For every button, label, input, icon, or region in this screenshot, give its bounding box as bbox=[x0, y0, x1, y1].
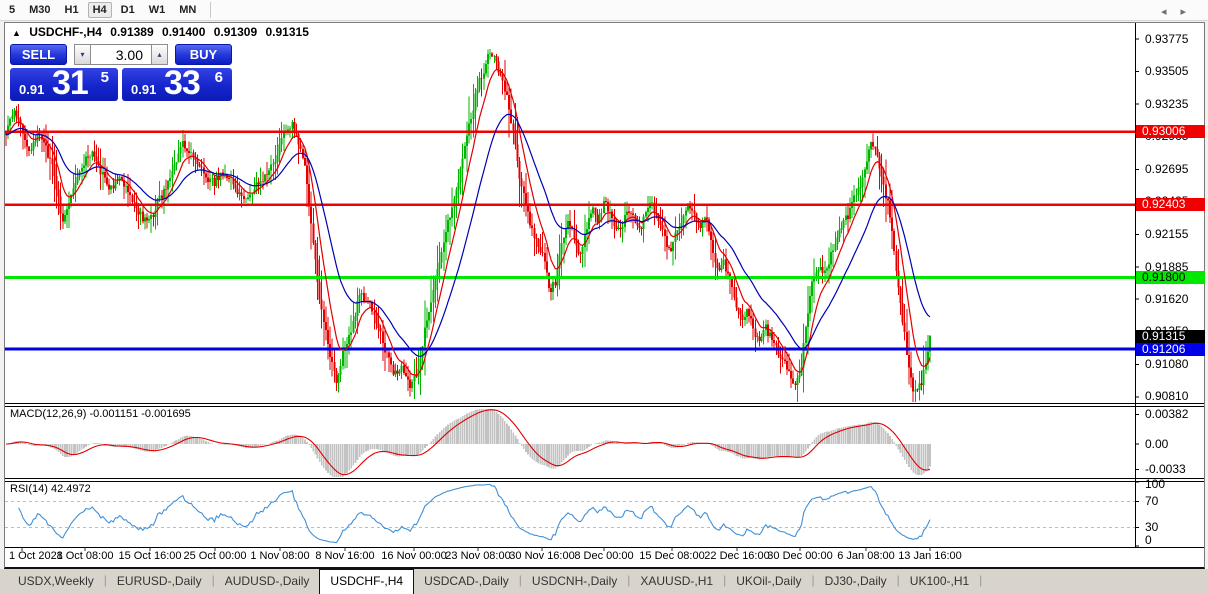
collapse-panel-icon[interactable]: ▲ bbox=[12, 28, 21, 38]
chart-symbol-header: ▲ USDCHF-,H4 0.91389 0.91400 0.91309 0.9… bbox=[12, 25, 314, 39]
chart-tab-ukoil-daily[interactable]: UKOil-,Daily bbox=[726, 569, 811, 594]
buy-price-prefix: 0.91 bbox=[131, 82, 157, 97]
time-axis-label: 15 Oct 16:00 bbox=[118, 550, 182, 562]
timeframe-button-h4[interactable]: H4 bbox=[87, 2, 112, 18]
timeframe-toolbar: 5 M30 H1 H4 D1 W1 MN bbox=[0, 0, 1208, 21]
mt4-application: 5 M30 H1 H4 D1 W1 MN ▲ USDCHF-,H4 0.91389 0.91… bbox=[0, 0, 1208, 594]
price-tick-label: 0.93235 bbox=[1145, 96, 1189, 111]
price-line-label: 0.92403 bbox=[1136, 198, 1205, 212]
rsi-tick-label: 100 bbox=[1145, 476, 1166, 491]
toolbar-separator bbox=[210, 2, 212, 18]
volume-input[interactable] bbox=[91, 44, 151, 65]
chart-tab-usdx-weekly[interactable]: USDX,Weekly bbox=[8, 569, 104, 594]
buy-button[interactable]: BUY bbox=[175, 44, 232, 65]
tab-scroll-right-icon[interactable]: ▸ bbox=[1180, 6, 1200, 18]
price-tick-label: 0.92155 bbox=[1145, 227, 1189, 242]
time-axis-label: 1 Nov 08:00 bbox=[250, 550, 310, 562]
macd-indicator-label: MACD(12,26,9) -0.001151 -0.001695 bbox=[10, 408, 191, 420]
macd-tick-label: -0.0033 bbox=[1145, 462, 1186, 477]
time-axis-label: 1 Oct 2021 bbox=[9, 550, 63, 562]
timeframe-button-d1[interactable]: D1 bbox=[116, 2, 140, 18]
sell-price-sup: 5 bbox=[100, 69, 109, 86]
timeframe-button-5[interactable]: 5 bbox=[4, 2, 20, 18]
rsi-tick-label: 70 bbox=[1145, 494, 1159, 508]
rsi-indicator-label: RSI(14) 42.4972 bbox=[10, 483, 91, 495]
timeframe-button-h1[interactable]: H1 bbox=[60, 2, 84, 18]
price-tick-label: 0.93505 bbox=[1145, 64, 1189, 79]
time-axis-label: 23 Nov 08:00 bbox=[445, 550, 511, 562]
buy-price-quote[interactable]: 0.91 33 6 bbox=[122, 64, 232, 102]
chart-symbol: USDCHF-,H4 bbox=[29, 25, 102, 39]
price-line-label: 0.93006 bbox=[1136, 125, 1205, 139]
time-axis-label: 13 Jan 16:00 bbox=[898, 550, 962, 562]
price-tick-label: 0.91620 bbox=[1145, 291, 1189, 306]
buy-price-sup: 6 bbox=[214, 69, 223, 86]
price-line-label: 0.91206 bbox=[1136, 342, 1205, 356]
time-axis-label: 30 Dec 00:00 bbox=[767, 550, 833, 562]
rsi-pane bbox=[5, 483, 1135, 544]
ohlc-low: 0.91309 bbox=[213, 25, 258, 39]
rsi-line bbox=[18, 483, 931, 544]
price-line-label: 0.91800 bbox=[1136, 270, 1205, 284]
tab-scroll-arrows[interactable]: ◂▸ bbox=[1161, 5, 1200, 18]
price-tick-label: 0.92695 bbox=[1145, 161, 1189, 176]
chart-tab-eurusd-daily[interactable]: EURUSD-,Daily bbox=[107, 569, 212, 594]
price-tick-label: 0.93775 bbox=[1145, 31, 1189, 46]
macd-tick-label: 0.00 bbox=[1145, 436, 1169, 451]
ohlc-close: 0.91315 bbox=[265, 25, 309, 39]
sell-price-quote[interactable]: 0.91 31 5 bbox=[10, 64, 118, 102]
chart-tab-usdchf-h4[interactable]: USDCHF-,H4 bbox=[319, 569, 415, 594]
sell-price-prefix: 0.91 bbox=[19, 82, 45, 97]
chart-tab-usdcad-daily[interactable]: USDCAD-,Daily bbox=[414, 569, 519, 594]
chart-tab-uk100-h1[interactable]: UK100-,H1 bbox=[900, 569, 979, 594]
timeframe-button-mn[interactable]: MN bbox=[174, 2, 201, 18]
macd-tick-label: 0.00382 bbox=[1145, 406, 1189, 421]
timeframe-button-w1[interactable]: W1 bbox=[144, 2, 171, 18]
time-axis-label: 15 Dec 08:00 bbox=[639, 550, 705, 562]
time-axis-label: 22 Dec 16:00 bbox=[704, 550, 770, 562]
timeframe-button-m30[interactable]: M30 bbox=[24, 2, 55, 18]
chart-tab-dj30-daily[interactable]: DJ30-,Daily bbox=[815, 569, 897, 594]
time-axis-label: 8 Dec 00:00 bbox=[574, 550, 634, 562]
price-tick-label: 0.91080 bbox=[1145, 356, 1189, 371]
chart-tab-usdcnh-daily[interactable]: USDCNH-,Daily bbox=[522, 569, 627, 594]
sell-price-big: 31 bbox=[52, 64, 89, 102]
time-axis-label: 25 Oct 00:00 bbox=[183, 550, 247, 562]
chart-tab-xauusd-h1[interactable]: XAUUSD-,H1 bbox=[630, 569, 723, 594]
ma-slow-line bbox=[5, 113, 931, 357]
buy-price-big: 33 bbox=[164, 64, 201, 102]
tab-separator: | bbox=[979, 573, 983, 587]
time-axis-label: 16 Nov 00:00 bbox=[381, 550, 447, 562]
chart-window: ▲ USDCHF-,H4 0.91389 0.91400 0.91309 0.9… bbox=[4, 22, 1205, 569]
volume-increase-button[interactable]: ▴ bbox=[151, 44, 168, 65]
price-line-label: 0.91315 bbox=[1136, 329, 1205, 343]
price-tick-label: 0.90810 bbox=[1145, 389, 1189, 404]
chart-tab-bar: USDX,Weekly | EURUSD-,Daily | AUDUSD-,Daily U… bbox=[0, 569, 1208, 594]
time-axis-label: 8 Oct 08:00 bbox=[56, 550, 114, 562]
time-axis-label: 30 Nov 16:00 bbox=[509, 550, 575, 562]
rsi-tick-label: 0 bbox=[1145, 532, 1152, 547]
tab-scroll-left-icon[interactable]: ◂ bbox=[1161, 6, 1181, 18]
time-axis-label: 8 Nov 16:00 bbox=[315, 550, 375, 562]
volume-decrease-button[interactable]: ▾ bbox=[74, 44, 91, 65]
ohlc-open: 0.91389 bbox=[110, 25, 154, 39]
chart-tab-audusd-daily[interactable]: AUDUSD-,Daily bbox=[215, 569, 320, 594]
ohlc-high: 0.91400 bbox=[162, 25, 206, 39]
sell-button[interactable]: SELL bbox=[10, 44, 67, 65]
one-click-trading-panel: SELL ▾ ▴ BUY 0.91 31 5 0.91 33 6 bbox=[10, 44, 232, 123]
time-axis-label: 6 Jan 08:00 bbox=[837, 550, 895, 562]
